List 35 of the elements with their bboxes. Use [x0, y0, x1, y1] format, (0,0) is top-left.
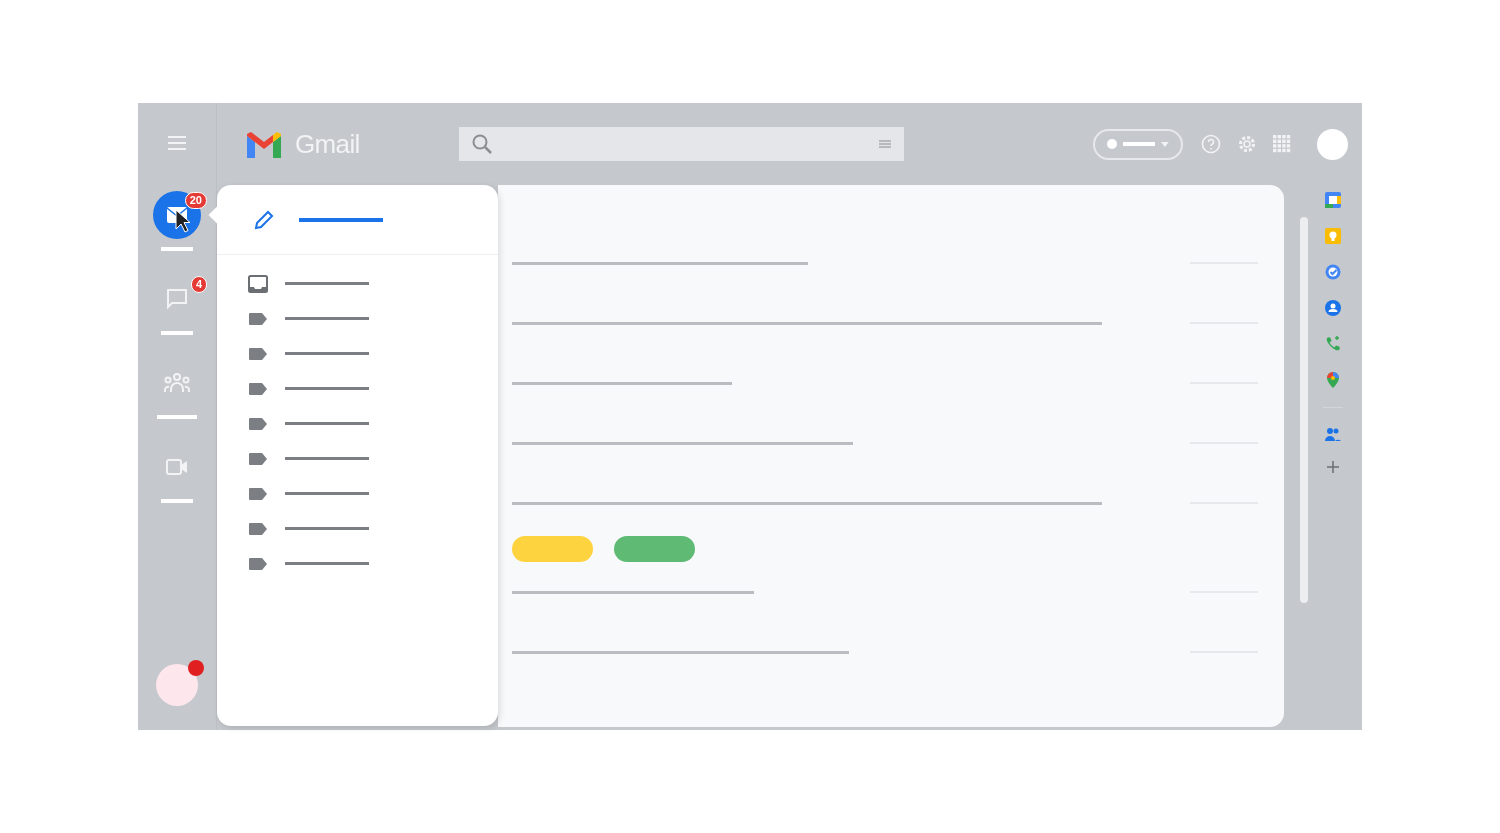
- status-pill[interactable]: [1093, 128, 1183, 160]
- lightbulb-icon[interactable]: [1324, 227, 1342, 245]
- person-icon[interactable]: [1324, 299, 1342, 317]
- add-icon[interactable]: [1326, 460, 1340, 474]
- check-circle-icon[interactable]: [1324, 263, 1342, 281]
- inbox-icon: [248, 274, 268, 293]
- map-pin-icon[interactable]: [1325, 371, 1341, 389]
- caret-icon: [1161, 141, 1169, 147]
- label-icon: [248, 521, 268, 536]
- apps-grid-icon[interactable]: [1273, 135, 1291, 153]
- label-icon: [248, 381, 268, 396]
- label-icon: [248, 486, 268, 501]
- people-icon[interactable]: [1324, 426, 1342, 442]
- label-icon: [248, 556, 268, 571]
- search-field[interactable]: [458, 127, 904, 161]
- account-avatar[interactable]: [1317, 128, 1348, 160]
- cursor-icon: [175, 209, 191, 233]
- help-icon[interactable]: [1201, 134, 1221, 154]
- phone-icon[interactable]: [1324, 335, 1342, 353]
- video-camera-icon: [165, 457, 189, 477]
- label-icon: [248, 451, 268, 466]
- menu-icon: [167, 136, 187, 150]
- pencil-icon: [253, 208, 275, 231]
- label-icon: [248, 346, 268, 361]
- count-badge: 4: [190, 276, 207, 293]
- gmail-logo-icon: [245, 130, 283, 158]
- people-icon: [163, 372, 191, 394]
- avatar-button[interactable]: [156, 664, 198, 706]
- search-icon: [470, 133, 493, 155]
- calendar-icon[interactable]: [1324, 191, 1342, 209]
- settings-icon[interactable]: [1237, 134, 1257, 154]
- filter-icon: [877, 138, 892, 150]
- label-icon: [248, 311, 268, 326]
- chat-icon: [165, 287, 189, 311]
- label-icon: [248, 416, 268, 431]
